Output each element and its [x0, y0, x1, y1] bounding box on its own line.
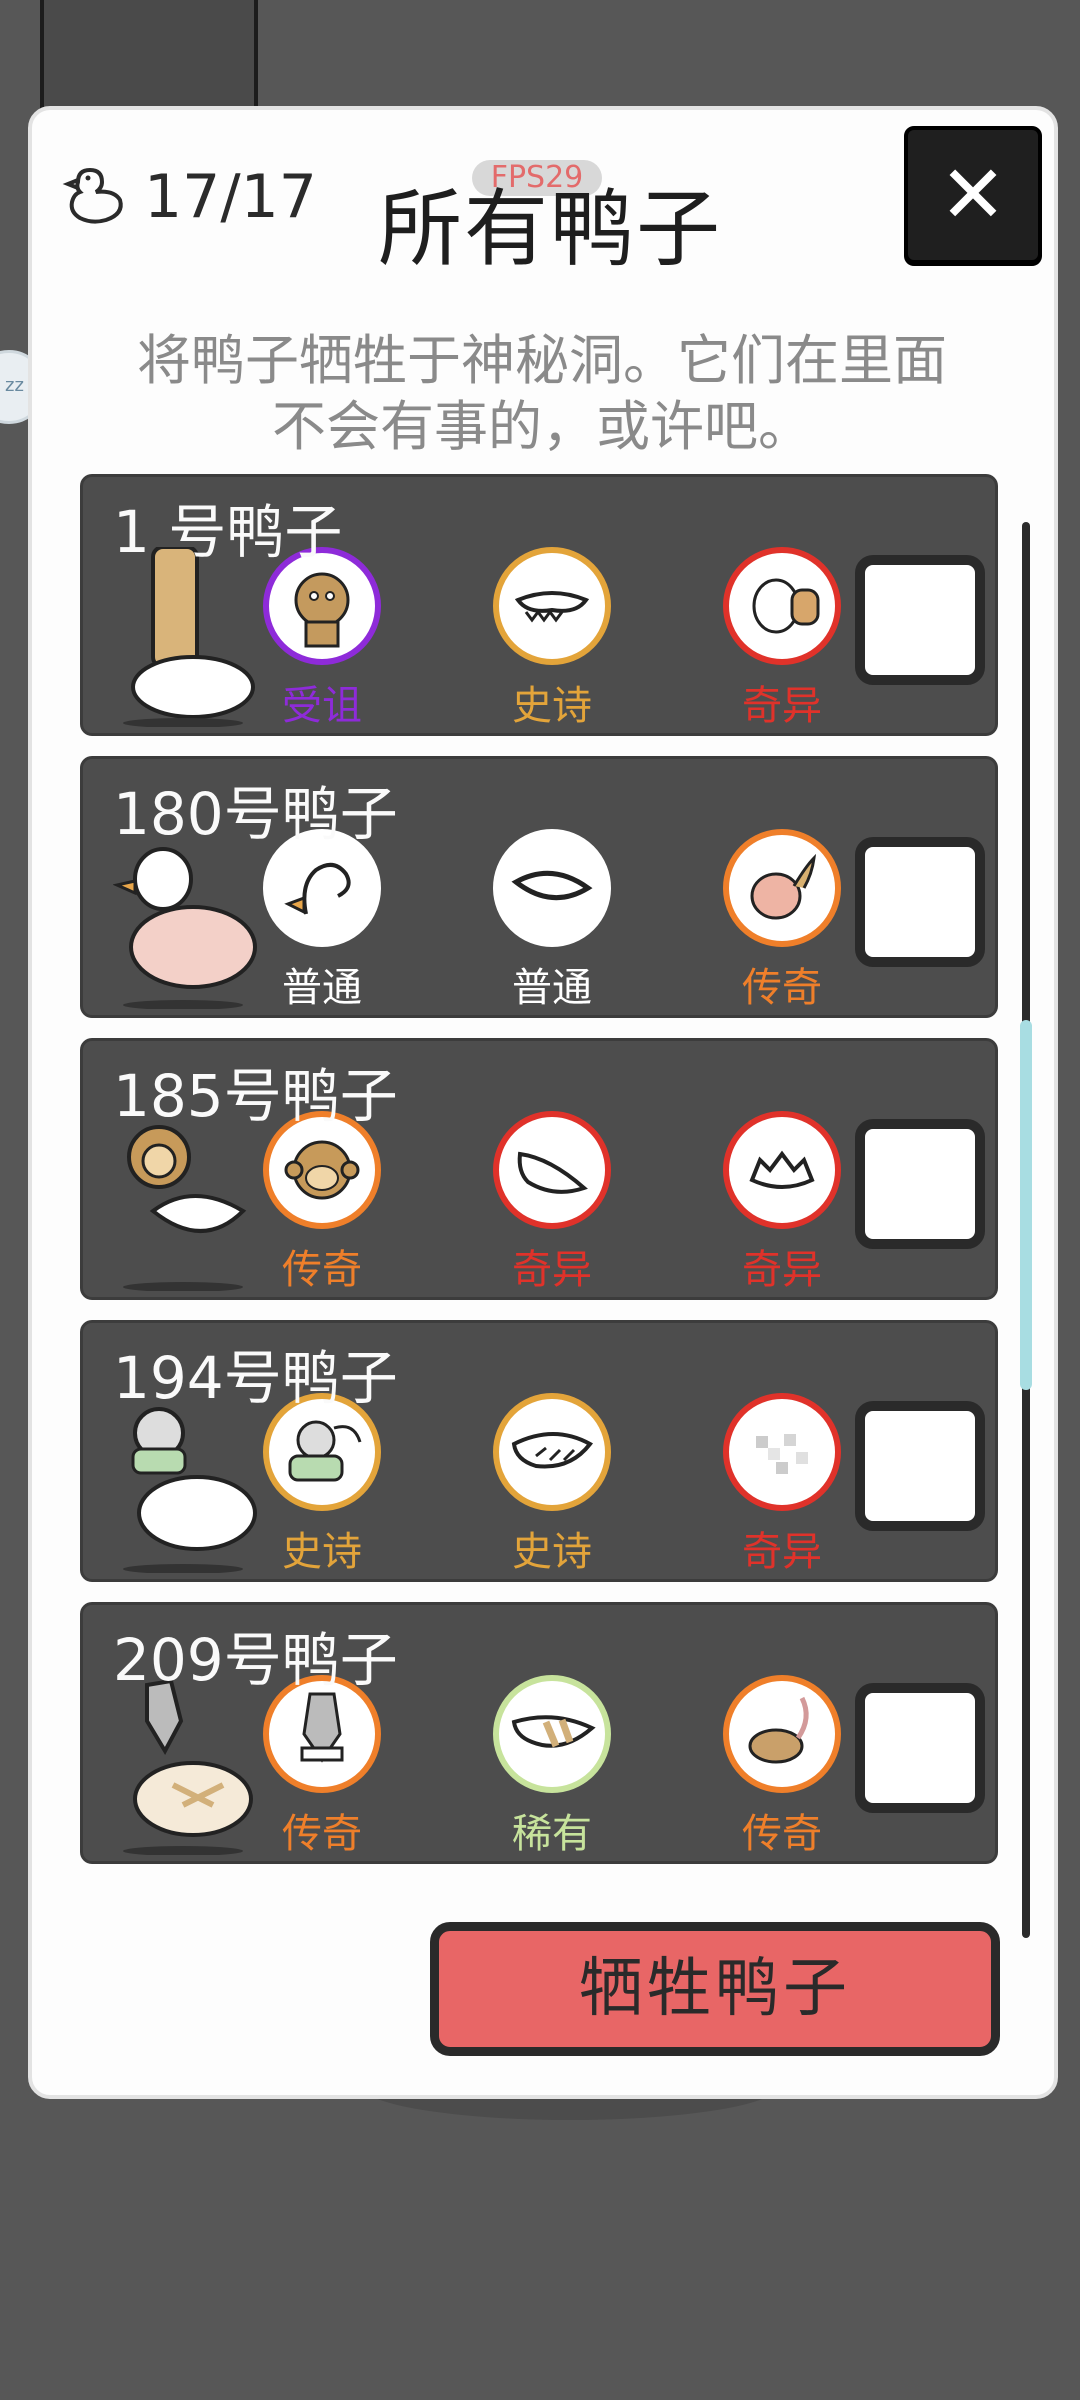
dragon-icon [750, 853, 817, 920]
part-circle [723, 829, 841, 947]
select-checkbox[interactable] [855, 837, 985, 967]
dialog-title: 所有鸭子 [378, 180, 723, 278]
close-icon: ✕ [939, 148, 1007, 241]
rarity-label: 奇异 [742, 683, 822, 729]
duck-list[interactable]: 1 号鸭子 受诅 史诗 奇异 180号鸭子 普通 普通 传奇 185号鸭子 传奇… [80, 474, 998, 1884]
rarity-label: 传奇 [282, 1247, 362, 1293]
rat-tail-icon [748, 1696, 809, 1764]
select-checkbox[interactable] [855, 1401, 985, 1531]
sword-head-icon [300, 1692, 344, 1763]
duck-avatar-icon [123, 1678, 253, 1855]
part-circle [723, 1111, 841, 1229]
part-circle [493, 1675, 611, 1793]
monkey-head-icon [284, 1140, 360, 1200]
duck-row[interactable]: 209号鸭子 传奇 稀有 传奇 [80, 1602, 998, 1864]
duck-name: 1 号鸭子 [113, 498, 343, 566]
part-circle [493, 547, 611, 665]
duck-head-icon [284, 862, 351, 915]
part-slot-body: 史诗 [487, 547, 617, 729]
part-slot-head: 传奇 [257, 1111, 387, 1293]
all-ducks-dialog: 17/17 FPS29 所有鸭子 ✕ 将鸭子牺牲于神秘洞。它们在里面不会有事的，… [28, 106, 1058, 2099]
select-checkbox[interactable] [855, 1683, 985, 1813]
duck-body-icon [511, 870, 593, 901]
duck-row[interactable]: 194号鸭子 史诗 史诗 奇异 [80, 1320, 998, 1582]
part-slot-body: 普通 [487, 829, 617, 1011]
rarity-label: 奇异 [742, 1529, 822, 1575]
rarity-label: 受诅 [282, 683, 362, 729]
duck-count-text: 17/17 [144, 162, 317, 232]
dialog-description: 将鸭子牺牲于神秘洞。它们在里面不会有事的，或许吧。 [137, 329, 947, 458]
rarity-label: 稀有 [512, 1811, 592, 1857]
duck-avatar-icon [123, 1407, 257, 1573]
egg-hat-icon [752, 578, 820, 634]
part-slot-legs: 奇异 [717, 1393, 847, 1575]
brown-creature-icon [294, 572, 350, 648]
masked-head-icon [288, 1420, 362, 1482]
pixel-body-icon [756, 1434, 808, 1474]
rarity-label: 传奇 [742, 1811, 822, 1857]
rarity-label: 传奇 [742, 965, 822, 1011]
duck-name: 209号鸭子 [113, 1626, 398, 1694]
sacrifice-duck-button[interactable]: 牺牲鸭子 [430, 1922, 1000, 2056]
part-circle [723, 1675, 841, 1793]
rarity-label: 奇异 [512, 1247, 592, 1293]
duck-row[interactable]: 1 号鸭子 受诅 史诗 奇异 [80, 474, 998, 736]
close-button[interactable]: ✕ [904, 126, 1042, 264]
duck-name: 185号鸭子 [113, 1062, 398, 1130]
duck-name: 180号鸭子 [113, 780, 398, 848]
part-slot-head: 受诅 [257, 547, 387, 729]
select-checkbox[interactable] [855, 555, 985, 685]
feather-wing-icon [517, 1151, 588, 1194]
duck-outline-icon [62, 167, 123, 224]
rarity-label: 普通 [282, 965, 362, 1011]
spiky-body-icon [749, 1150, 815, 1189]
bandaged-wing-icon [511, 1715, 596, 1748]
part-slot-legs: 奇异 [717, 1111, 847, 1293]
rarity-label: 奇异 [742, 1247, 822, 1293]
part-slot-body: 稀有 [487, 1675, 617, 1857]
list-scrollbar-thumb[interactable] [1020, 1020, 1032, 1390]
side-bubble-text: zz [5, 375, 24, 396]
part-slot-head: 普通 [257, 829, 387, 1011]
part-slot-body: 史诗 [487, 1393, 617, 1575]
rarity-label: 史诗 [512, 1529, 592, 1575]
part-circle [493, 1393, 611, 1511]
duck-counter: 17/17 [58, 162, 317, 232]
part-slot-body: 奇异 [487, 1111, 617, 1293]
rarity-label: 传奇 [282, 1811, 362, 1857]
duck-avatar-icon [123, 547, 255, 727]
part-circle [723, 547, 841, 665]
dialog-header: 17/17 FPS29 所有鸭子 ✕ [32, 110, 1054, 290]
part-slot-legs: 传奇 [717, 829, 847, 1011]
duck-avatar-icon [113, 847, 257, 1009]
part-slot-head: 史诗 [257, 1393, 387, 1575]
duck-avatar-icon [123, 1125, 247, 1291]
bow-tie-icon [514, 591, 590, 623]
part-slot-legs: 传奇 [717, 1675, 847, 1857]
wing-icon [511, 1432, 594, 1469]
duck-row[interactable]: 180号鸭子 普通 普通 传奇 [80, 756, 998, 1018]
part-slot-head: 传奇 [257, 1675, 387, 1857]
duck-name: 194号鸭子 [113, 1344, 398, 1412]
select-checkbox[interactable] [855, 1119, 985, 1249]
part-circle [493, 1111, 611, 1229]
rarity-label: 史诗 [282, 1529, 362, 1575]
part-circle [723, 1393, 841, 1511]
part-slot-legs: 奇异 [717, 547, 847, 729]
rarity-label: 史诗 [512, 683, 592, 729]
rarity-label: 普通 [512, 965, 592, 1011]
duck-row[interactable]: 185号鸭子 传奇 奇异 奇异 [80, 1038, 998, 1300]
part-circle [493, 829, 611, 947]
